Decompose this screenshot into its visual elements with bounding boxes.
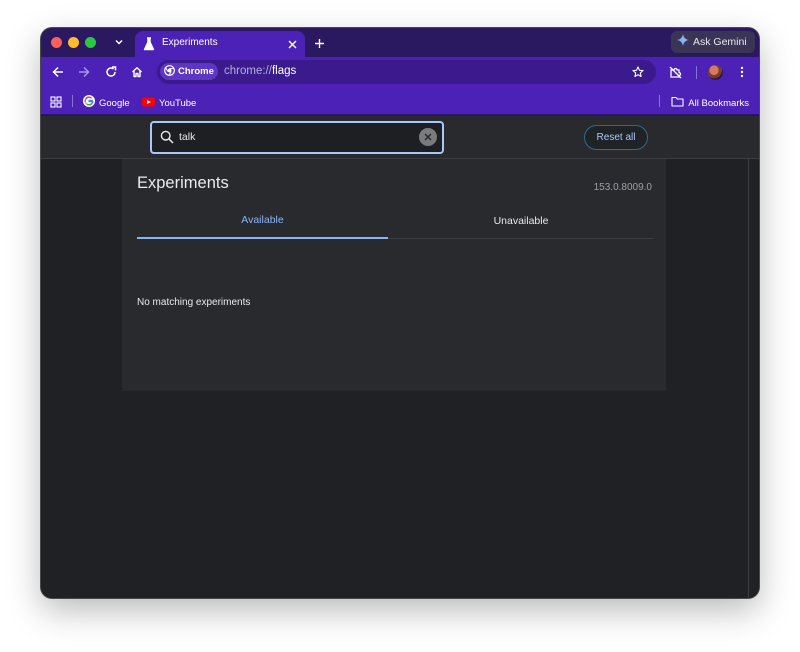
tab-title: Experiments — [162, 37, 218, 48]
avatar[interactable] — [708, 65, 723, 80]
google-icon — [83, 94, 95, 112]
plus-icon[interactable] — [311, 35, 327, 51]
reload-icon[interactable] — [103, 64, 119, 80]
bookmarks-bar: Google YouTube All Bookmarks — [41, 87, 759, 115]
tab-search-icon[interactable] — [111, 34, 127, 50]
reset-all-button[interactable]: Reset all — [584, 125, 648, 150]
ask-gemini-button[interactable]: Ask Gemini — [671, 31, 755, 53]
ask-gemini-label: Ask Gemini — [693, 36, 747, 48]
bookmarks-divider — [659, 95, 660, 107]
tab-experiments[interactable]: Experiments — [135, 31, 305, 57]
bookmark-youtube[interactable]: YouTube — [142, 94, 196, 112]
flags-page: Reset all Experiments 153.0.8009.0 Avail… — [41, 116, 759, 598]
page-scrollbar[interactable] — [748, 159, 759, 598]
kebab-menu-icon[interactable] — [734, 64, 750, 80]
all-bookmarks-button[interactable]: All Bookmarks — [671, 94, 749, 112]
all-bookmarks-label: All Bookmarks — [688, 97, 749, 109]
window-maximize-button[interactable] — [85, 37, 96, 48]
window-close-button[interactable] — [51, 37, 62, 48]
search-input[interactable] — [179, 129, 409, 145]
flags-search-box[interactable] — [150, 121, 444, 154]
extensions-icon[interactable] — [667, 64, 683, 80]
url-scheme: chrome:// — [224, 65, 272, 77]
youtube-icon — [142, 94, 155, 112]
apps-grid-icon[interactable] — [50, 95, 62, 108]
forward-arrow-icon[interactable] — [76, 64, 92, 80]
window-minimize-button[interactable] — [68, 37, 79, 48]
bookmarks-divider — [72, 95, 73, 107]
clear-icon[interactable] — [419, 128, 437, 146]
url-host: flags — [271, 65, 297, 77]
bookmark-label: Google — [99, 97, 130, 109]
tab-available[interactable]: Available — [137, 203, 388, 239]
flask-icon — [143, 37, 155, 51]
site-info-chip[interactable]: Chrome — [160, 63, 218, 80]
tab-strip: Experiments Ask Gemini — [41, 28, 759, 57]
star-icon[interactable] — [630, 64, 646, 80]
chip-label: Chrome — [178, 66, 214, 77]
search-icon — [160, 130, 176, 146]
flags-header: Reset all — [41, 116, 759, 159]
chrome-icon — [164, 63, 175, 81]
back-arrow-icon[interactable] — [50, 64, 66, 80]
empty-state-message: No matching experiments — [137, 297, 251, 308]
page-title: Experiments — [137, 174, 229, 192]
sparkle-icon — [677, 33, 689, 51]
experiments-tabs: Available Unavailable — [137, 203, 654, 239]
bookmark-label: YouTube — [159, 97, 197, 109]
folder-icon — [671, 94, 684, 112]
close-icon[interactable] — [286, 38, 298, 50]
toolbar-divider — [696, 66, 697, 79]
home-icon[interactable] — [129, 64, 145, 80]
version-label: 153.0.8009.0 — [593, 182, 652, 193]
bookmark-google[interactable]: Google — [83, 94, 130, 112]
toolbar: Chrome chrome://flags — [41, 57, 759, 87]
url-text[interactable]: chrome://flags — [224, 65, 296, 77]
browser-window: Experiments Ask Gemini Chrome chrome://f… — [41, 28, 759, 598]
tab-unavailable[interactable]: Unavailable — [388, 203, 654, 239]
address-bar[interactable]: Chrome chrome://flags — [157, 60, 656, 84]
experiments-card: Experiments 153.0.8009.0 Available Unava… — [122, 159, 666, 391]
